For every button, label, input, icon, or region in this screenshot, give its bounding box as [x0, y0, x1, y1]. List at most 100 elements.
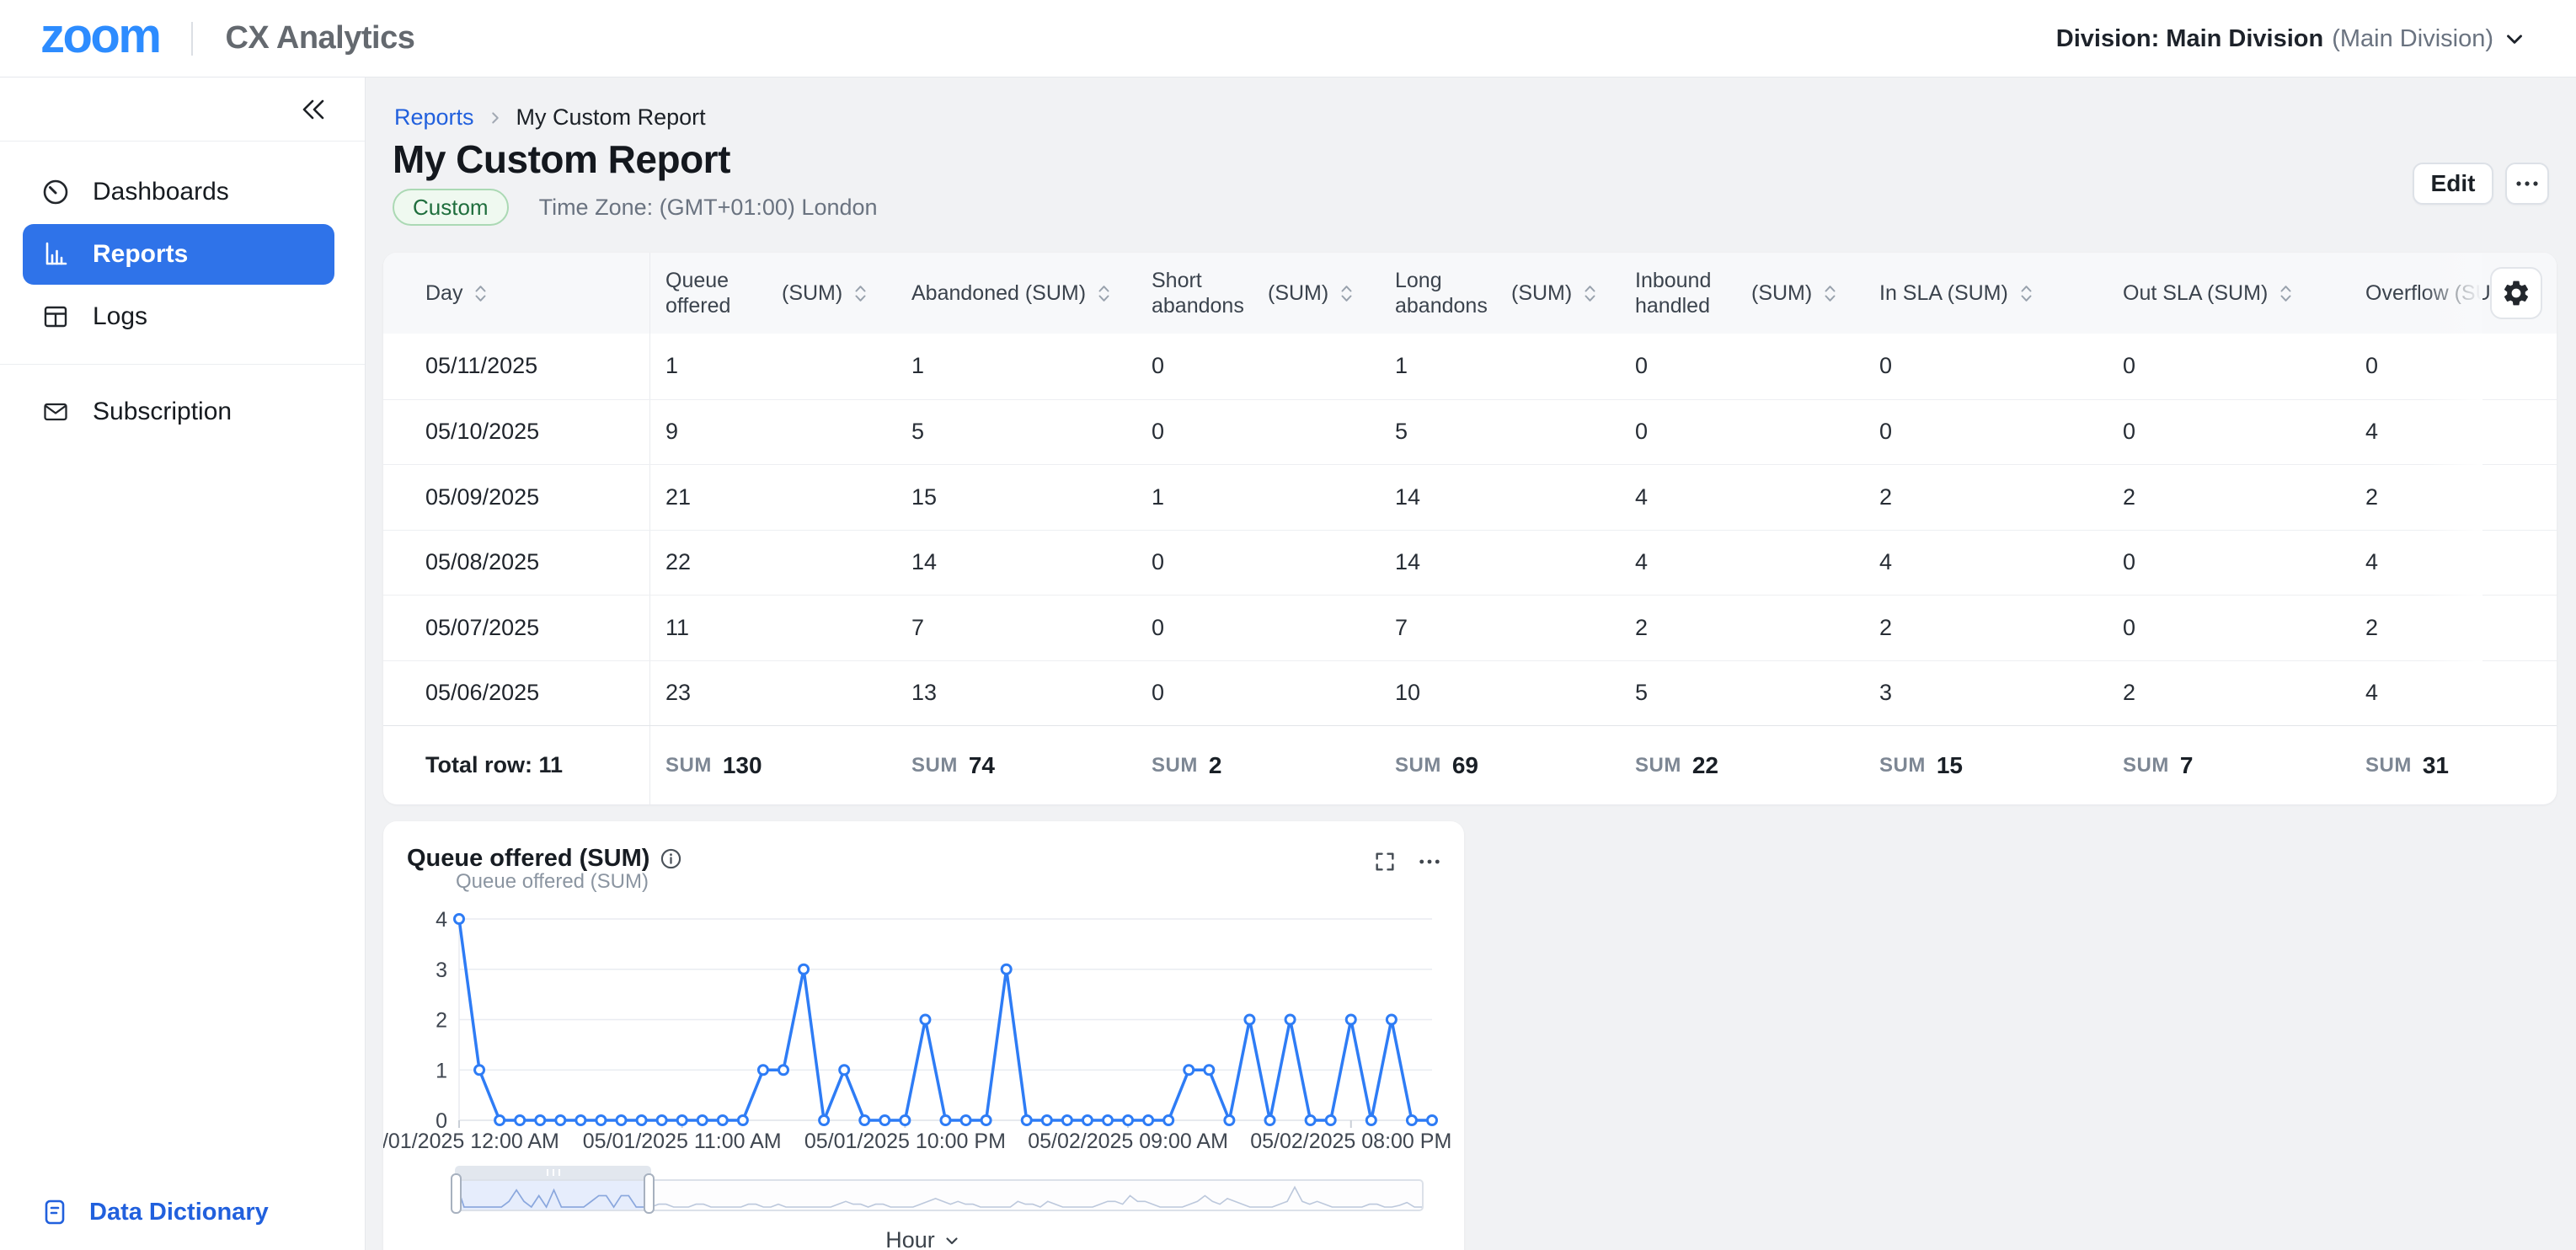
total-sum-cell: SUM15 [1864, 726, 2108, 804]
value-cell: 4 [2350, 531, 2557, 596]
value-cell: 1 [896, 334, 1136, 399]
total-row-label: Total row: 11 [383, 726, 650, 804]
value-cell: 4 [2350, 661, 2557, 726]
value-cell: 7 [896, 596, 1136, 660]
value-cell: 5 [896, 400, 1136, 465]
time-range-brush[interactable] [455, 1179, 1424, 1211]
column-header[interactable]: In SLA (SUM) [1864, 253, 2108, 334]
value-cell: 3 [1864, 661, 2108, 726]
bar-chart-icon [40, 239, 71, 270]
value-cell: 15 [896, 465, 1136, 530]
column-header[interactable]: Day [383, 253, 650, 334]
value-cell: 0 [1620, 334, 1864, 399]
total-sum-cell: SUM7 [2108, 726, 2350, 804]
day-cell: 05/10/2025 [383, 400, 650, 465]
day-cell: 05/11/2025 [383, 334, 650, 399]
sidebar-item-reports[interactable]: Reports [23, 224, 334, 285]
brush-handle-left[interactable] [451, 1173, 462, 1214]
value-cell: 2 [1864, 596, 2108, 660]
value-cell: 1 [1136, 465, 1380, 530]
custom-badge: Custom [393, 189, 509, 226]
interval-dropdown[interactable]: Hour [383, 1227, 1464, 1250]
column-header[interactable]: Queue offered(SUM) [650, 253, 896, 334]
column-header-label: Short abandons [1152, 268, 1253, 319]
column-header[interactable]: Long abandons(SUM) [1380, 253, 1620, 334]
column-settings-button[interactable] [2490, 267, 2542, 319]
envelope-icon [40, 397, 71, 427]
edit-button[interactable]: Edit [2413, 163, 2493, 205]
value-cell: 0 [2350, 334, 2557, 399]
gear-icon [2501, 278, 2531, 308]
minimap-sparkline-selected [457, 1181, 649, 1210]
table-row: 05/09/202521151144222 [383, 464, 2557, 530]
app-title: CX Analytics [225, 20, 414, 56]
brush-selection[interactable] [457, 1181, 649, 1210]
breadcrumb-reports-link[interactable]: Reports [394, 104, 474, 131]
column-header-label: Day [425, 281, 462, 306]
svg-text:3: 3 [436, 959, 447, 982]
table-header-row: Day Queue offered(SUM) Abandoned (SUM) S… [383, 253, 2557, 334]
svg-text:05/02/2025 08:00 PM: 05/02/2025 08:00 PM [1250, 1130, 1451, 1153]
interval-label: Hour [885, 1227, 935, 1250]
sort-icon [2018, 284, 2034, 303]
division-selector[interactable]: Division: Main Division (Main Division) [2056, 0, 2527, 77]
report-actions: Edit [2413, 163, 2549, 205]
day-cell: 05/09/2025 [383, 465, 650, 530]
value-cell: 2 [1620, 596, 1864, 660]
sidebar-item-subscription[interactable]: Subscription [23, 382, 334, 442]
breadcrumb: Reports My Custom Report [394, 104, 706, 131]
data-dictionary-link[interactable]: Data Dictionary [40, 1198, 269, 1226]
division-sublabel: (Main Division) [2332, 25, 2493, 53]
more-options-button[interactable] [2505, 163, 2549, 205]
value-cell: 2 [2350, 465, 2557, 530]
value-cell: 0 [1136, 531, 1380, 596]
value-cell: 1 [1380, 334, 1620, 399]
sort-icon [1822, 284, 1838, 303]
brush-drag-handle[interactable] [455, 1166, 651, 1179]
svg-text:05/01/2025 12:00 AM: 05/01/2025 12:00 AM [383, 1130, 559, 1153]
sidebar-item-label: Subscription [93, 398, 232, 426]
column-header-sum-label: (SUM) [1751, 281, 1812, 306]
column-header-label: Long abandons [1395, 268, 1496, 319]
table-total-row: Total row: 11SUM130SUM74SUM2SUM69SUM22SU… [383, 725, 2557, 804]
value-cell: 0 [2108, 334, 2350, 399]
total-sum-cell: SUM22 [1620, 726, 1864, 804]
svg-text:4: 4 [436, 908, 447, 932]
day-cell: 05/07/2025 [383, 596, 650, 660]
sidebar-item-logs[interactable]: Logs [23, 286, 334, 347]
main-content: Reports My Custom Report My Custom Repor… [366, 77, 2576, 1250]
svg-text:1: 1 [436, 1059, 447, 1082]
sidebar-divider [0, 364, 365, 365]
value-cell: 0 [1136, 661, 1380, 726]
column-header[interactable]: Short abandons(SUM) [1136, 253, 1380, 334]
svg-text:05/02/2025 09:00 AM: 05/02/2025 09:00 AM [1028, 1130, 1228, 1153]
collapse-sidebar-icon[interactable] [297, 95, 329, 124]
svg-text:05/01/2025 11:00 AM: 05/01/2025 11:00 AM [583, 1130, 782, 1153]
page-title: My Custom Report [393, 136, 730, 182]
value-cell: 11 [650, 596, 896, 660]
sidebar-item-dashboards[interactable]: Dashboards [23, 162, 334, 222]
brand: zoom CX Analytics [40, 12, 414, 66]
gauge-icon [40, 177, 71, 207]
top-bar: zoom CX Analytics Division: Main Divisio… [0, 0, 2576, 77]
document-icon [40, 1198, 69, 1226]
column-header-label: Inbound handled [1635, 268, 1736, 319]
timezone-label: Time Zone: (GMT+01:00) London [539, 195, 878, 221]
total-sum-cell: SUM130 [650, 726, 896, 804]
value-cell: 7 [1380, 596, 1620, 660]
sidebar: Dashboards Reports Logs [0, 77, 366, 1250]
value-cell: 0 [1136, 400, 1380, 465]
column-header[interactable]: Inbound handled (SUM) [1620, 253, 1864, 334]
value-cell: 4 [1620, 531, 1864, 596]
value-cell: 23 [650, 661, 896, 726]
sort-icon [473, 284, 489, 303]
column-header[interactable]: Out SLA (SUM) [2108, 253, 2350, 334]
column-header[interactable]: Abandoned (SUM) [896, 253, 1136, 334]
brush-handle-right[interactable] [644, 1173, 655, 1214]
data-dictionary-label: Data Dictionary [89, 1199, 269, 1226]
table-row: 05/08/202522140144404 [383, 530, 2557, 596]
brand-divider [191, 22, 193, 56]
table-row: 05/07/2025117072202 [383, 595, 2557, 660]
value-cell: 5 [1380, 400, 1620, 465]
zoom-logo: zoom [40, 12, 159, 66]
